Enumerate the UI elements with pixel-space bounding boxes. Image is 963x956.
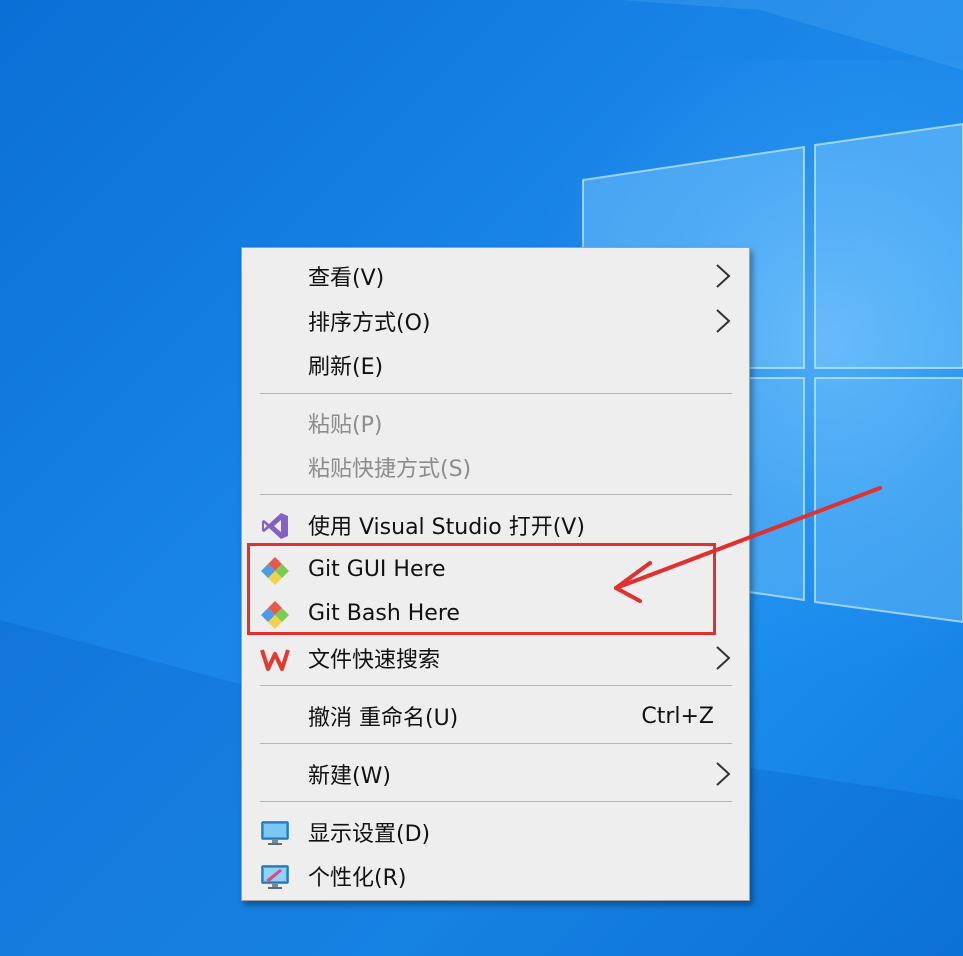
- menu-item-label: 粘贴快捷方式(S): [308, 457, 472, 482]
- menu-item-label: 撤消 重命名(U): [308, 706, 459, 731]
- menu-separator: [260, 393, 732, 394]
- menu-item-open-visual-studio[interactable]: 使用 Visual Studio 打开(V): [242, 503, 749, 547]
- menu-separator: [260, 494, 732, 495]
- menu-separator: [260, 743, 732, 744]
- menu-item-refresh[interactable]: 刷新(E): [242, 343, 749, 387]
- menu-item-undo-rename[interactable]: 撤消 重命名(U) Ctrl+Z: [242, 694, 749, 738]
- menu-separator: [260, 801, 732, 802]
- menu-item-display-settings[interactable]: 显示设置(D): [242, 810, 749, 854]
- chevron-right-icon: [716, 264, 731, 288]
- menu-item-new[interactable]: 新建(W): [242, 752, 749, 796]
- wps-icon: [260, 649, 290, 671]
- menu-item-paste[interactable]: 粘贴(P): [242, 401, 749, 445]
- menu-item-label: 文件快速搜索: [308, 648, 441, 673]
- annotation-highlight-box: [247, 543, 716, 635]
- menu-separator: [260, 685, 732, 686]
- menu-item-label: 查看(V): [308, 266, 385, 291]
- chevron-right-icon: [716, 646, 731, 670]
- menu-item-view[interactable]: 查看(V): [242, 254, 749, 298]
- menu-item-label: 个性化(R): [308, 866, 407, 891]
- menu-item-label: 新建(W): [308, 764, 391, 789]
- menu-item-shortcut: Ctrl+Z: [641, 703, 714, 729]
- menu-item-personalize[interactable]: 个性化(R): [242, 854, 749, 898]
- menu-item-label: 使用 Visual Studio 打开(V): [308, 515, 585, 540]
- menu-item-paste-shortcut[interactable]: 粘贴快捷方式(S): [242, 445, 749, 489]
- menu-item-label: 刷新(E): [308, 355, 384, 380]
- menu-item-label: 显示设置(D): [308, 822, 431, 847]
- menu-item-file-quick-search[interactable]: 文件快速搜索: [242, 636, 749, 680]
- display-settings-icon: [261, 821, 289, 845]
- chevron-right-icon: [716, 309, 731, 333]
- menu-item-label: 粘贴(P): [308, 413, 383, 438]
- visual-studio-icon: [262, 513, 288, 539]
- chevron-right-icon: [716, 762, 731, 786]
- personalize-icon: [261, 865, 289, 889]
- menu-item-label: 排序方式(O): [308, 311, 431, 336]
- menu-item-sort-by[interactable]: 排序方式(O): [242, 299, 749, 343]
